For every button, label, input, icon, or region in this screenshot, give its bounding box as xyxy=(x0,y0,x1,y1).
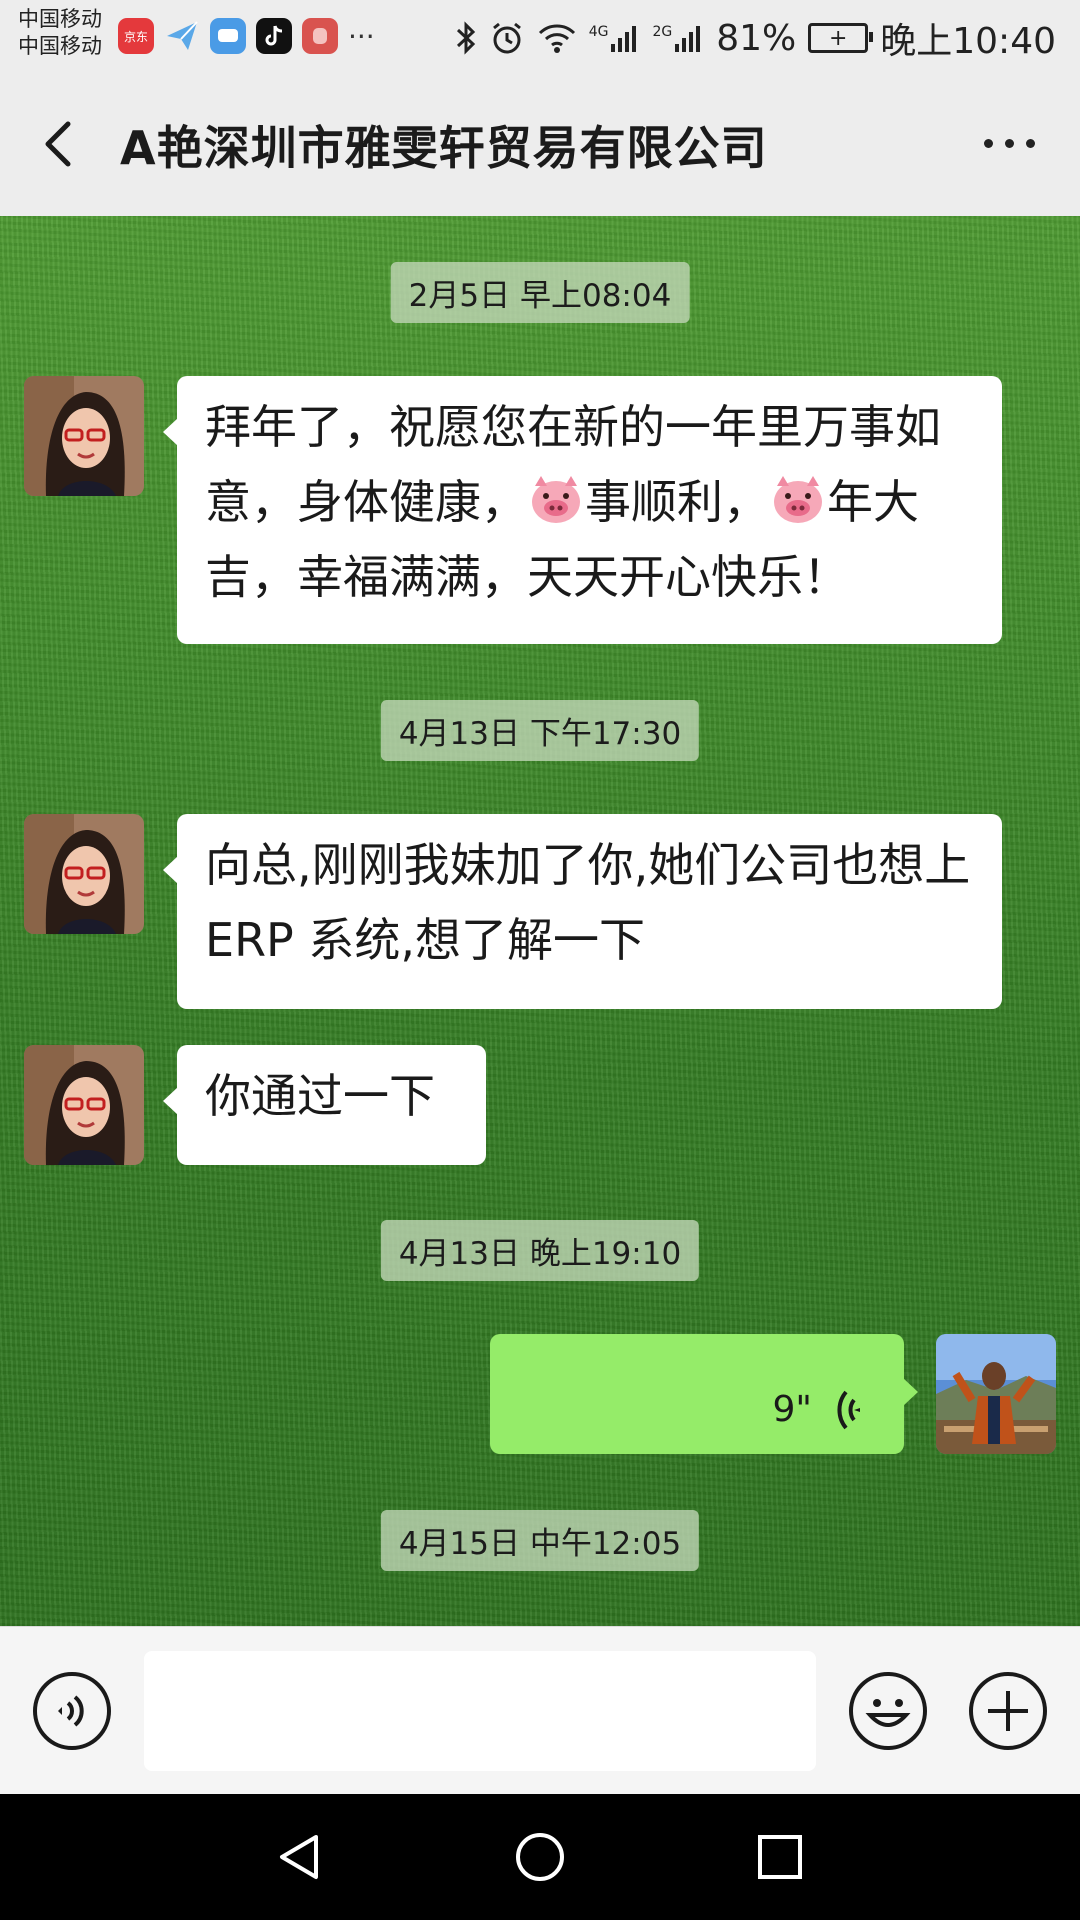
message-bubble-3[interactable]: 你通过一下 xyxy=(163,1045,486,1165)
emoji-icon[interactable] xyxy=(848,1671,928,1751)
bluetooth-icon xyxy=(456,21,475,55)
voice-icon[interactable] xyxy=(32,1671,112,1751)
carrier-1: 中国移动 xyxy=(18,7,102,31)
message-bubble-2[interactable]: 向总,刚刚我妹加了你,她们公司也想上 ERP 系统,想了解一下 xyxy=(163,814,1002,1009)
pig-emoji-icon xyxy=(532,476,580,523)
pig-emoji-icon xyxy=(774,476,822,523)
system-status: 4G 2G 81% + 晚上10:40 xyxy=(455,12,1056,64)
carrier-2: 中国移动 xyxy=(18,34,102,58)
chevron-left-icon[interactable] xyxy=(34,114,94,174)
jd-app-label: 京东 xyxy=(123,29,148,44)
message-input[interactable] xyxy=(144,1651,816,1771)
voice-message-bubble[interactable]: 9" xyxy=(490,1334,918,1454)
message-text-3: 你通过一下 xyxy=(205,1069,435,1123)
more-notifications: ··· xyxy=(348,19,375,53)
voice-message-content: 9" xyxy=(773,1372,862,1447)
contact-avatar[interactable] xyxy=(24,1045,144,1165)
signal-bars-2-icon xyxy=(675,26,701,52)
alarm-icon xyxy=(492,22,521,54)
chat-app-icon xyxy=(210,18,246,54)
message-bubble-1[interactable]: 拜年了，祝愿您在新的一年里万事如意，身体健康， 事顺利， 年大吉，幸福满满，天天开心… xyxy=(163,376,1002,644)
more-dots-icon[interactable] xyxy=(974,128,1044,158)
clock: 晚上10:40 xyxy=(880,21,1056,62)
message-text-1b: 事顺利， xyxy=(585,475,769,529)
nav-recents-icon[interactable] xyxy=(754,1831,806,1883)
chat-area[interactable]: 2月5日 早上08:04 拜年了，祝愿您在新的一年里万事如意，身体健康， 事顺利，… xyxy=(0,216,1080,1626)
net-4g-label: 4G xyxy=(588,24,609,40)
nav-home-icon[interactable] xyxy=(514,1831,566,1883)
notification-icons: 京东 ··· xyxy=(118,18,375,54)
jd-app-icon: 京东 xyxy=(118,18,154,54)
contact-avatar[interactable] xyxy=(24,814,144,934)
tiktok-icon xyxy=(256,18,292,54)
plus-icon[interactable] xyxy=(968,1671,1048,1751)
timestamp-3: 4月13日 晚上19:10 xyxy=(380,1220,700,1281)
input-bar xyxy=(0,1626,1080,1795)
timestamp-1: 2月5日 早上08:04 xyxy=(390,262,690,323)
net-2g-label: 2G xyxy=(652,24,673,40)
signal-bars-1-icon xyxy=(611,26,637,52)
signal-2g: 2G xyxy=(652,24,704,52)
paper-plane-icon xyxy=(164,18,200,54)
timestamp-2: 4月13日 下午17:30 xyxy=(380,700,700,761)
nav-back-icon[interactable] xyxy=(274,1831,326,1883)
chat-header: A艳深圳市雅雯轩贸易有限公司 xyxy=(0,72,1080,217)
voice-wave-icon xyxy=(837,1390,860,1429)
red-app-icon xyxy=(302,18,338,54)
wifi-icon xyxy=(538,24,575,53)
chat-title: A艳深圳市雅雯轩贸易有限公司 xyxy=(120,121,768,175)
battery-percent: 81% xyxy=(716,17,797,59)
message-text-2: 向总,刚刚我妹加了你,她们公司也想上 ERP 系统,想了解一下 xyxy=(205,838,971,967)
my-avatar[interactable] xyxy=(936,1334,1056,1454)
carrier-labels: 中国移动 中国移动 xyxy=(18,6,102,60)
status-bar: 中国移动 中国移动 京东 ··· 4G 2G 81% + 晚上10:40 xyxy=(0,0,1080,72)
contact-avatar[interactable] xyxy=(24,376,144,496)
voice-duration: 9" xyxy=(772,1389,812,1430)
battery-icon: + xyxy=(808,23,874,53)
system-nav-bar xyxy=(0,1794,1080,1920)
timestamp-4: 4月15日 中午12:05 xyxy=(380,1510,700,1571)
signal-4g: 4G xyxy=(589,24,641,52)
